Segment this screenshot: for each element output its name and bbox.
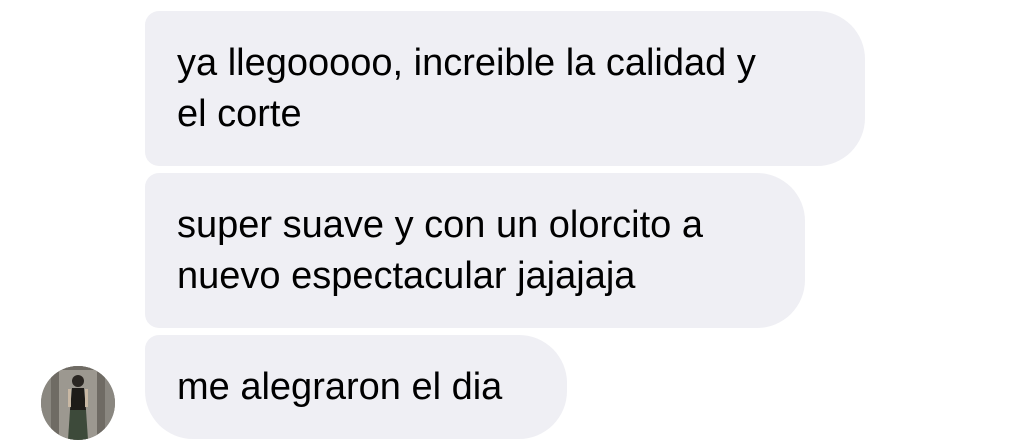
message-bubble[interactable]: ya llegooooo, increible la calidad y el … [145, 11, 865, 166]
message-bubble[interactable]: super suave y con un olorcito a nuevo es… [145, 173, 805, 328]
message-bubble[interactable]: me alegraron el dia [145, 335, 567, 439]
profile-photo-icon [41, 366, 115, 440]
sender-avatar[interactable] [41, 366, 115, 440]
